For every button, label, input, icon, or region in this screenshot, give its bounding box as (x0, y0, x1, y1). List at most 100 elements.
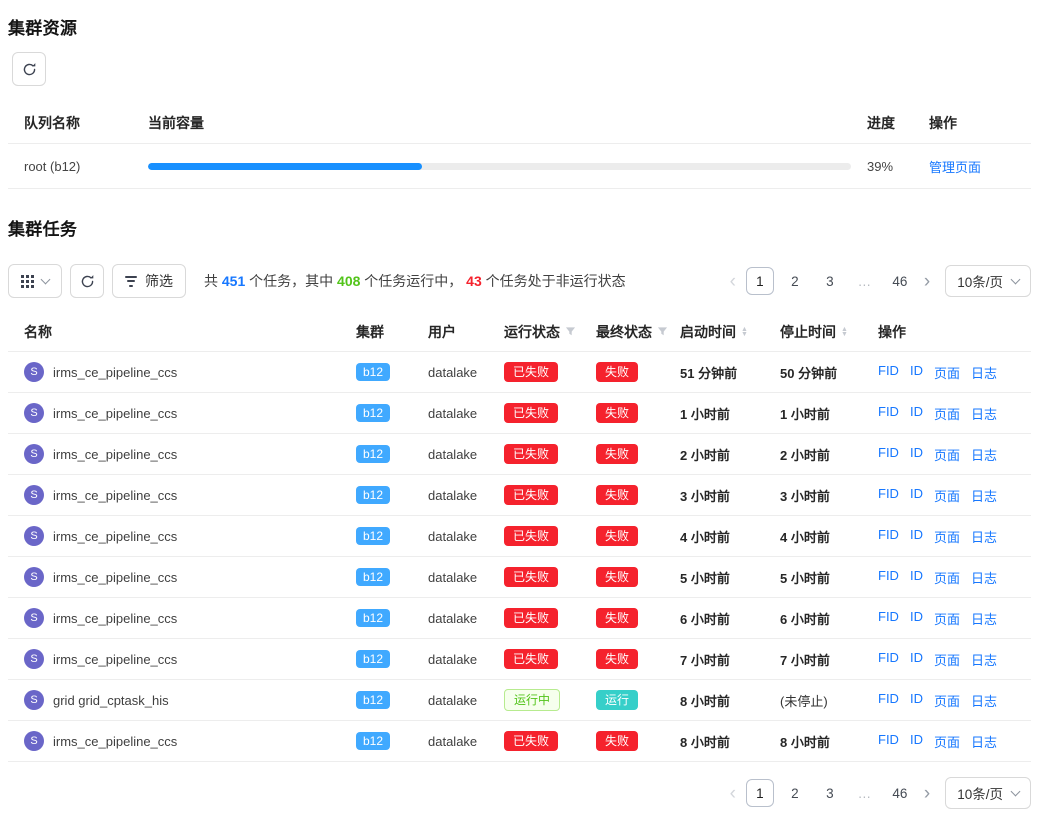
action-page-link[interactable]: 页面 (934, 527, 960, 546)
action-log-link[interactable]: 日志 (971, 732, 997, 751)
run-status-badge: 已失败 (504, 403, 558, 423)
action-id-link[interactable]: ID (910, 527, 923, 546)
sort-icon[interactable]: ▲▼ (841, 327, 848, 337)
resources-table: 队列名称 当前容量 进度 操作 root (b12) 39% 管理页面 (8, 102, 1031, 189)
col-queue-name: 队列名称 (24, 113, 148, 133)
pagination-page[interactable]: 3 (816, 267, 844, 295)
task-row: S irms_ce_pipeline_ccs b12 datalake 已失败 … (8, 598, 1031, 639)
action-log-link[interactable]: 日志 (971, 650, 997, 669)
pagination-page[interactable]: 2 (781, 779, 809, 807)
tasks-refresh-button[interactable] (70, 264, 104, 298)
action-log-link[interactable]: 日志 (971, 527, 997, 546)
cluster-badge: b12 (356, 691, 390, 709)
action-page-link[interactable]: 页面 (934, 650, 960, 669)
action-id-link[interactable]: ID (910, 568, 923, 587)
run-status-badge: 运行中 (504, 689, 560, 711)
chevron-down-icon (1011, 787, 1021, 797)
action-id-link[interactable]: ID (910, 732, 923, 751)
action-page-link[interactable]: 页面 (934, 486, 960, 505)
action-log-link[interactable]: 日志 (971, 568, 997, 587)
task-user: datalake (428, 652, 504, 667)
action-id-link[interactable]: ID (910, 691, 923, 710)
summary-part: 共 (204, 273, 222, 289)
action-log-link[interactable]: 日志 (971, 404, 997, 423)
action-log-link[interactable]: 日志 (971, 445, 997, 464)
action-page-link[interactable]: 页面 (934, 568, 960, 587)
pagination-next-icon[interactable]: › (921, 784, 933, 803)
final-status-badge: 失败 (596, 362, 638, 382)
action-id-link[interactable]: ID (910, 404, 923, 423)
action-fid-link[interactable]: FID (878, 691, 899, 710)
final-status-badge: 失败 (596, 444, 638, 464)
action-fid-link[interactable]: FID (878, 445, 899, 464)
pagination-page[interactable]: 3 (816, 779, 844, 807)
action-id-link[interactable]: ID (910, 445, 923, 464)
action-page-link[interactable]: 页面 (934, 404, 960, 423)
col-cluster-label: 集群 (356, 322, 384, 342)
page-size-select[interactable]: 10条/页 (945, 265, 1031, 297)
pagination-prev-icon[interactable]: ‹ (727, 272, 739, 291)
start-time: 2 小时前 (680, 445, 780, 464)
action-page-link[interactable]: 页面 (934, 609, 960, 628)
resources-refresh-button[interactable] (12, 52, 46, 86)
task-row: S irms_ce_pipeline_ccs b12 datalake 已失败 … (8, 557, 1031, 598)
task-type-avatar: S (24, 649, 44, 669)
action-id-link[interactable]: ID (910, 486, 923, 505)
pagination-page[interactable]: 46 (886, 779, 914, 807)
start-time: 7 小时前 (680, 650, 780, 669)
run-status-badge: 已失败 (504, 485, 558, 505)
action-id-link[interactable]: ID (910, 609, 923, 628)
action-page-link[interactable]: 页面 (934, 445, 960, 464)
action-fid-link[interactable]: FID (878, 486, 899, 505)
col-actions: 操作 (878, 322, 1015, 342)
columns-config-button[interactable] (8, 264, 62, 298)
action-page-link[interactable]: 页面 (934, 363, 960, 382)
sort-icon[interactable]: ▲▼ (741, 327, 748, 337)
action-fid-link[interactable]: FID (878, 363, 899, 382)
action-log-link[interactable]: 日志 (971, 486, 997, 505)
summary-part: 451 (222, 273, 245, 289)
task-type-avatar: S (24, 403, 44, 423)
capacity-cell (148, 163, 867, 170)
start-time: 5 小时前 (680, 568, 780, 587)
filter-funnel-icon[interactable] (565, 326, 576, 337)
pagination-page[interactable]: 46 (886, 267, 914, 295)
action-fid-link[interactable]: FID (878, 527, 899, 546)
task-user: datalake (428, 734, 504, 749)
page: 集群资源 队列名称 当前容量 进度 操作 root (b12) (0, 0, 1039, 819)
col-final-status-label: 最终状态 (596, 322, 652, 342)
action-fid-link[interactable]: FID (878, 568, 899, 587)
page-size-select[interactable]: 10条/页 (945, 777, 1031, 809)
tasks-toolbar: 筛选 共 451 个任务，其中 408 个任务运行中， 43 个任务处于非运行状 (8, 264, 1031, 298)
manage-page-link[interactable]: 管理页面 (929, 160, 981, 175)
pagination-next-icon[interactable]: › (921, 272, 933, 291)
filter-funnel-icon[interactable] (657, 326, 668, 337)
task-name-cell: S irms_ce_pipeline_ccs (24, 485, 356, 505)
pagination-page[interactable]: 1 (746, 267, 774, 295)
action-log-link[interactable]: 日志 (971, 609, 997, 628)
pagination-page[interactable]: 1 (746, 779, 774, 807)
action-fid-link[interactable]: FID (878, 732, 899, 751)
pagination-prev-icon[interactable]: ‹ (727, 784, 739, 803)
pagination-page[interactable]: … (851, 267, 879, 295)
filter-button[interactable]: 筛选 (112, 264, 186, 298)
action-fid-link[interactable]: FID (878, 404, 899, 423)
action-log-link[interactable]: 日志 (971, 363, 997, 382)
pagination-page[interactable]: … (851, 779, 879, 807)
action-id-link[interactable]: ID (910, 363, 923, 382)
action-fid-link[interactable]: FID (878, 650, 899, 669)
action-id-link[interactable]: ID (910, 650, 923, 669)
col-actions-label: 操作 (878, 322, 906, 342)
action-log-link[interactable]: 日志 (971, 691, 997, 710)
task-name-cell: S irms_ce_pipeline_ccs (24, 649, 356, 669)
task-name: irms_ce_pipeline_ccs (53, 611, 177, 626)
task-actions: FID ID 页面 日志 (878, 486, 1015, 505)
pagination-page[interactable]: 2 (781, 267, 809, 295)
task-type-avatar: S (24, 362, 44, 382)
action-page-link[interactable]: 页面 (934, 691, 960, 710)
task-actions: FID ID 页面 日志 (878, 363, 1015, 382)
col-run-status-label: 运行状态 (504, 322, 560, 342)
task-user: datalake (428, 529, 504, 544)
action-fid-link[interactable]: FID (878, 609, 899, 628)
action-page-link[interactable]: 页面 (934, 732, 960, 751)
